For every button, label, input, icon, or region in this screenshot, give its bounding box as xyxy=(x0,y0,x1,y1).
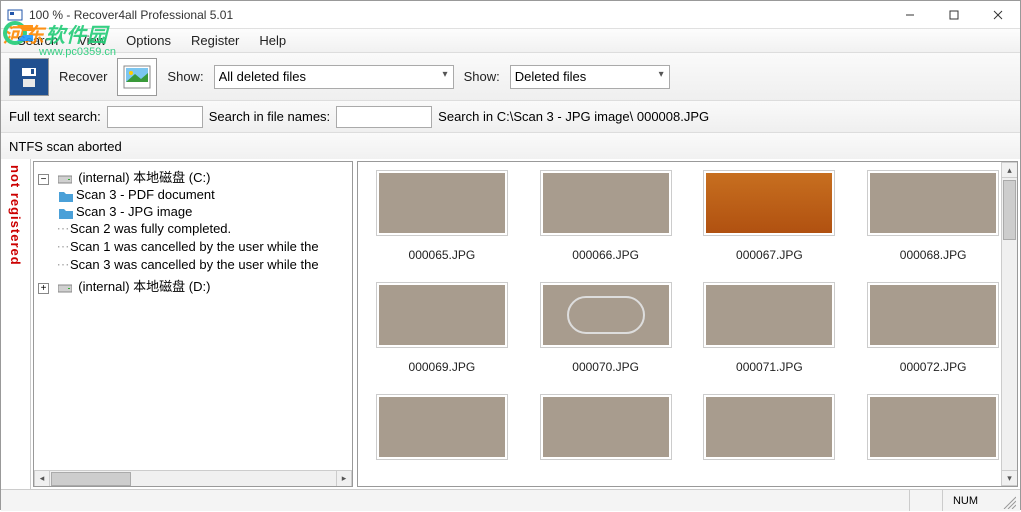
thumbnail-image xyxy=(703,170,835,236)
thumbnail-filename: 000072.JPG xyxy=(900,360,967,374)
thumbnail-image xyxy=(867,394,999,460)
filename-search-input[interactable] xyxy=(336,106,432,128)
scroll-up-icon[interactable]: ▴ xyxy=(1002,162,1017,178)
no-icon: ⋯ xyxy=(56,239,70,255)
expand-icon[interactable]: + xyxy=(38,283,49,294)
menu-register[interactable]: Register xyxy=(181,31,249,50)
full-text-search-input[interactable] xyxy=(107,106,203,128)
floppy-icon xyxy=(17,65,41,89)
menu-help[interactable]: Help xyxy=(249,31,296,50)
thumbnail-item[interactable] xyxy=(374,394,510,460)
scroll-left-icon[interactable]: ◂ xyxy=(34,471,50,486)
thumbnail-image xyxy=(540,170,672,236)
thumbnail-filename: 000067.JPG xyxy=(736,248,803,262)
menu-options[interactable]: Options xyxy=(116,31,181,50)
thumbnail-image xyxy=(540,394,672,460)
thumbnail-image xyxy=(867,282,999,348)
show2-label: Show: xyxy=(464,69,500,84)
no-icon: ⋯ xyxy=(56,257,70,273)
search-bar: Full text search: Search in file names: … xyxy=(1,101,1020,133)
thumbnail-image xyxy=(540,282,672,348)
thumbnail-item[interactable]: 000071.JPG xyxy=(701,282,837,374)
tree-node[interactable]: ⋯Scan 3 was cancelled by the user while … xyxy=(56,256,350,274)
no-icon: ⋯ xyxy=(56,221,70,237)
tree-node[interactable]: Scan 3 - JPG image xyxy=(56,203,350,220)
preview-button[interactable] xyxy=(117,58,157,96)
thumbnail-filename: 000066.JPG xyxy=(572,248,639,262)
tree-horizontal-scrollbar[interactable]: ◂ ▸ xyxy=(34,470,352,486)
app-icon xyxy=(7,7,23,23)
drive-icon xyxy=(58,173,72,185)
show1-label: Show: xyxy=(167,69,203,84)
show2-select[interactable]: Deleted files xyxy=(510,65,670,89)
tree-node[interactable]: Scan 3 - PDF document xyxy=(56,186,350,203)
tree-node-d-drive[interactable]: + (internal) 本地磁盘 (D:) xyxy=(38,275,350,296)
filename-search-label: Search in file names: xyxy=(209,109,330,124)
full-text-search-label: Full text search: xyxy=(9,109,101,124)
thumbnail-filename: 000071.JPG xyxy=(736,360,803,374)
tree-node[interactable]: ⋯Scan 2 was fully completed. xyxy=(56,220,350,238)
thumbnail-image xyxy=(376,282,508,348)
thumbnail-image xyxy=(376,170,508,236)
statusbar-num: NUM xyxy=(942,490,988,511)
resize-grip-icon[interactable] xyxy=(1000,493,1016,509)
scrollbar-thumb[interactable] xyxy=(51,472,131,486)
thumbnail-filename: 000069.JPG xyxy=(409,360,476,374)
save-button[interactable] xyxy=(9,58,49,96)
thumbnail-item[interactable]: 000066.JPG xyxy=(538,170,674,262)
status-bar: NUM xyxy=(1,489,1020,511)
thumbnail-item[interactable]: 000072.JPG xyxy=(865,282,1001,374)
thumbnail-vertical-scrollbar[interactable]: ▴ ▾ xyxy=(1001,162,1017,486)
thumbnail-item[interactable]: 000068.JPG xyxy=(865,170,1001,262)
minimize-button[interactable] xyxy=(888,1,932,29)
thumbnail-item[interactable] xyxy=(865,394,1001,460)
folder-icon xyxy=(59,207,73,219)
scrollbar-thumb[interactable] xyxy=(1003,180,1016,240)
title-bar: 100 % - Recover4all Professional 5.01 xyxy=(1,1,1020,29)
thumbnail-filename: 000065.JPG xyxy=(409,248,476,262)
thumbnail-item[interactable] xyxy=(701,394,837,460)
menu-search[interactable]: Search xyxy=(7,31,68,50)
drive-tree[interactable]: − (internal) 本地磁盘 (C:) Scan 3 - PDF docu… xyxy=(33,161,353,487)
thumbnail-item[interactable]: 000065.JPG xyxy=(374,170,510,262)
collapse-icon[interactable]: − xyxy=(38,174,49,185)
thumbnail-panel[interactable]: 000065.JPG 000066.JPG 000067.JPG 000068.JPG… xyxy=(357,161,1018,487)
thumbnail-image xyxy=(703,394,835,460)
statusbar-empty xyxy=(909,490,930,511)
not-registered-badge: not registered xyxy=(1,159,31,489)
thumbnail-image xyxy=(376,394,508,460)
window-title: 100 % - Recover4all Professional 5.01 xyxy=(29,8,888,22)
thumbnail-item[interactable]: 000069.JPG xyxy=(374,282,510,374)
recover-label: Recover xyxy=(59,69,107,84)
thumbnail-filename: 000068.JPG xyxy=(900,248,967,262)
show1-select[interactable]: All deleted files xyxy=(214,65,454,89)
toolbar: Recover Show: All deleted files Show: De… xyxy=(1,53,1020,101)
scroll-down-icon[interactable]: ▾ xyxy=(1002,470,1017,486)
tree-node-c-drive[interactable]: − (internal) 本地磁盘 (C:) Scan 3 - PDF docu… xyxy=(38,166,350,275)
thumbnail-filename: 000070.JPG xyxy=(572,360,639,374)
thumbnail-image xyxy=(703,282,835,348)
scroll-right-icon[interactable]: ▸ xyxy=(336,471,352,486)
close-button[interactable] xyxy=(976,1,1020,29)
thumbnail-image xyxy=(867,170,999,236)
thumbnail-item[interactable] xyxy=(538,394,674,460)
folder-icon xyxy=(59,190,73,202)
menu-view[interactable]: View xyxy=(68,31,116,50)
thumbnail-item[interactable]: 000070.JPG xyxy=(538,282,674,374)
thumbnail-item[interactable]: 000067.JPG xyxy=(701,170,837,262)
menu-bar: Search View Options Register Help xyxy=(1,29,1020,53)
maximize-button[interactable] xyxy=(932,1,976,29)
search-path-label: Search in C:\Scan 3 - JPG image\ 000008.… xyxy=(438,109,709,124)
tree-node[interactable]: ⋯Scan 1 was cancelled by the user while … xyxy=(56,238,350,256)
drive-icon xyxy=(58,282,72,294)
scan-status-message: NTFS scan aborted xyxy=(1,133,1020,159)
picture-icon xyxy=(123,65,151,89)
